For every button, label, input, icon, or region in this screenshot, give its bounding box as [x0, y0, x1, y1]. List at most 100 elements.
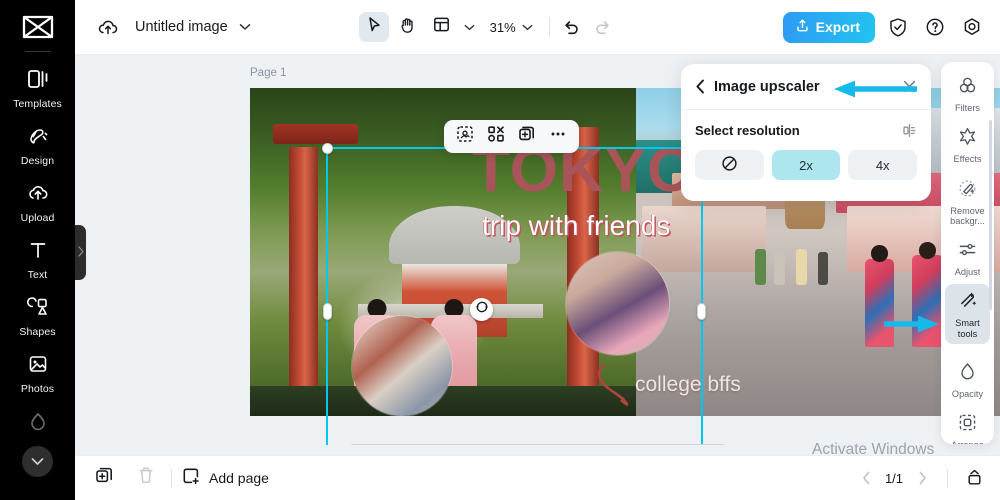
layout-tool-button[interactable] [427, 12, 457, 42]
effects-star-icon [958, 127, 977, 151]
image-caption-text: college bffs [635, 373, 741, 396]
upscaler-body: Select resolution 2x 4x [681, 110, 931, 180]
panel-title: Image upscaler [714, 78, 820, 95]
cutout-button[interactable] [482, 123, 510, 150]
sidebar-item-label: Templates [13, 98, 62, 110]
resize-handle-top-left[interactable] [322, 143, 333, 154]
select-resolution-label: Select resolution [695, 123, 800, 138]
cutout-shapes-icon [487, 125, 505, 148]
sidebar-item-smart-tools[interactable]: Smart tools [945, 284, 990, 345]
sidebar-item-upload[interactable]: Upload [0, 174, 75, 231]
zoom-chevron-down-icon[interactable] [519, 14, 537, 40]
layout-tool-chevron[interactable] [461, 14, 479, 40]
bottombar-divider [171, 468, 172, 488]
chevron-down-icon [464, 18, 475, 36]
add-page-button[interactable]: Add page [182, 467, 269, 489]
sidebar-item-photos[interactable]: Photos [0, 345, 75, 402]
duplicate-plus-icon [518, 125, 536, 148]
compare-split-icon[interactable] [902, 123, 917, 138]
delete-page-button[interactable] [131, 463, 161, 493]
export-button-label: Export [815, 19, 860, 35]
shapes-icon [26, 297, 49, 322]
prev-page-button[interactable] [855, 467, 877, 489]
page-indicator: 1/1 [884, 470, 904, 486]
right-rail-scrollbar[interactable] [989, 120, 992, 310]
sidebar-item-arrange[interactable]: Arrange [945, 406, 990, 444]
undo-button[interactable] [562, 19, 580, 35]
topbar-right-group: Export [782, 11, 1000, 43]
sidebar-item-label: Opacity [951, 389, 984, 400]
horizontal-scrollbar[interactable] [350, 444, 725, 445]
resolution-option-label: 4x [875, 157, 890, 173]
sidebar-expand-button[interactable] [22, 446, 53, 477]
select-tool-button[interactable] [358, 12, 389, 42]
rail-divider [24, 51, 51, 52]
gear-hex-icon[interactable] [958, 13, 986, 41]
circle-photo-top [566, 252, 669, 355]
sidebar-item-label: Design [20, 155, 55, 167]
layout-frame-icon [433, 16, 450, 38]
resolution-option-2x[interactable]: 2x [771, 150, 841, 180]
resolution-option-none[interactable] [695, 150, 764, 180]
question-circle-icon[interactable] [921, 13, 949, 41]
templates-icon [27, 69, 49, 94]
sidebar-item-templates[interactable]: Templates [0, 60, 75, 117]
sidebar-item-colors[interactable] [0, 402, 75, 447]
sidebar-item-label: Effects [953, 154, 982, 165]
rotate-handle[interactable] [470, 298, 493, 321]
sidebar-item-design[interactable]: Design [0, 117, 75, 174]
crop-dashed-icon [456, 125, 474, 148]
annotation-arrow-right-icon [884, 315, 939, 333]
sidebar-item-label: Adjust [954, 267, 981, 278]
duplicate-button[interactable] [513, 123, 541, 150]
ellipsis-icon [549, 125, 567, 148]
sidebar-item-opacity[interactable]: Opacity [945, 355, 990, 404]
sidebar-item-adjust[interactable]: Adjust [945, 233, 990, 282]
rotate-icon [475, 300, 489, 319]
next-page-button[interactable] [911, 467, 933, 489]
upload-cloud-icon [27, 183, 49, 208]
resolution-option-4x[interactable]: 4x [848, 150, 918, 180]
design-icon [27, 126, 49, 151]
history-controls [562, 19, 612, 35]
capcut-logo-icon[interactable] [21, 14, 55, 45]
sidebar-item-remove-background[interactable]: Remove backgr... [945, 172, 990, 232]
resize-handle-middle-right[interactable] [697, 303, 706, 320]
remove-background-icon [958, 179, 977, 203]
duplicate-page-button[interactable] [89, 463, 119, 493]
chevron-down-icon [31, 453, 44, 471]
sidebar-item-label: Arrange [951, 440, 984, 444]
bottombar-divider-2 [947, 468, 948, 488]
crop-button[interactable] [451, 123, 479, 150]
document-title[interactable]: Untitled image [135, 19, 228, 35]
sidebar-item-label: Filters [954, 103, 980, 113]
export-button[interactable]: Export [782, 11, 875, 43]
image-subline-text: trip with friends [482, 210, 671, 241]
adjust-sliders-icon [958, 240, 977, 264]
cursor-arrow-icon [365, 16, 382, 39]
sidebar-item-shapes[interactable]: Shapes [0, 288, 75, 345]
capcut-editor-window: Templates Design Upload Text Shapes Phot… [0, 0, 1000, 500]
sidebar-item-filters[interactable]: Filters [945, 69, 990, 118]
shield-check-icon[interactable] [884, 13, 912, 41]
more-options-button[interactable] [544, 123, 572, 150]
canvas-tools-group [358, 12, 479, 42]
colors-drop-icon [27, 411, 49, 436]
resize-handle-middle-left[interactable] [323, 303, 332, 320]
chevron-down-icon[interactable] [239, 23, 251, 31]
hand-icon [399, 16, 416, 39]
grid-view-button[interactable] [962, 466, 986, 490]
filters-circles-icon [958, 76, 977, 100]
zoom-level-value[interactable]: 31% [489, 20, 517, 35]
cloud-upload-icon[interactable] [97, 18, 119, 37]
sidebar-collapse-handle[interactable] [75, 225, 86, 280]
sidebar-item-text[interactable]: Text [0, 231, 75, 288]
sidebar-item-label: Upload [20, 212, 55, 224]
resolution-options: 2x 4x [695, 150, 918, 180]
zoom-control: 31% [489, 14, 537, 40]
redo-button[interactable] [594, 19, 612, 35]
sidebar-item-effects[interactable]: Effects [945, 120, 990, 169]
back-button[interactable] [695, 79, 706, 94]
hand-tool-button[interactable] [393, 12, 423, 42]
toolbar-divider [548, 17, 550, 37]
